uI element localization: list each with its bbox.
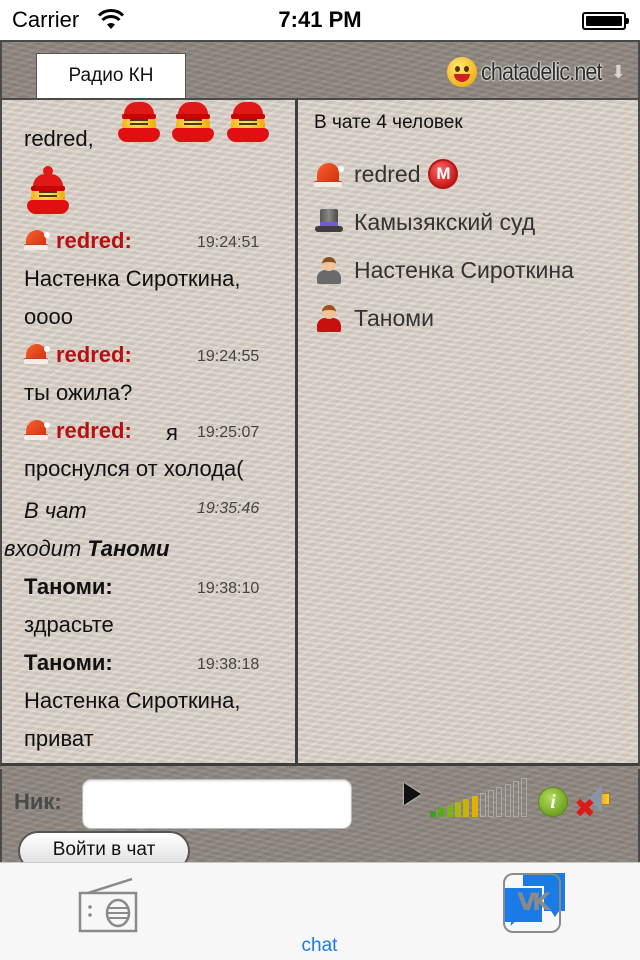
winter-smiley-icon bbox=[118, 100, 160, 144]
volume-bar bbox=[496, 787, 503, 817]
user-item-redred[interactable]: redred М bbox=[314, 154, 459, 194]
volume-bar bbox=[471, 796, 478, 817]
user-name: Камызякский суд bbox=[354, 208, 536, 235]
radio-kn-tab[interactable]: Радио КН bbox=[36, 53, 186, 100]
header: Радио КН chatadelic.net ⬇ bbox=[0, 42, 640, 100]
volume-bar bbox=[438, 808, 445, 817]
vk-icon[interactable]: VK bbox=[503, 873, 561, 933]
battery-full-icon bbox=[582, 12, 629, 30]
message-time: 19:38:18 bbox=[197, 656, 260, 673]
smiley-icon bbox=[446, 57, 477, 87]
user-name: Настенка Сироткина bbox=[354, 256, 574, 283]
gray-person-icon bbox=[314, 255, 344, 285]
radio-icon bbox=[78, 877, 138, 933]
system-text: В чат bbox=[24, 498, 87, 523]
winter-smiley-icon bbox=[27, 166, 69, 216]
moderator-badge-icon: М bbox=[428, 159, 459, 189]
volume-bar bbox=[521, 778, 528, 817]
chat-messages-panel[interactable]: redred, redred: 19:24:51 Настенка Сиротк… bbox=[0, 98, 298, 766]
volume-bar bbox=[463, 799, 470, 817]
message-text: оооо bbox=[24, 304, 73, 329]
message-time: 19:35:46 bbox=[197, 500, 260, 517]
tab-label: chat bbox=[301, 935, 338, 956]
nick-label: Ник: bbox=[14, 789, 62, 814]
mute-x-icon: ✖ bbox=[574, 793, 596, 823]
volume-bar bbox=[454, 802, 461, 817]
message-text: Настенка Сироткина, bbox=[24, 688, 241, 713]
info-icon[interactable]: i bbox=[538, 787, 568, 817]
red-person-icon bbox=[314, 303, 344, 333]
volume-slider[interactable] bbox=[430, 777, 530, 817]
volume-bar bbox=[430, 811, 436, 817]
message-nick[interactable]: Таноми: bbox=[24, 650, 113, 676]
nick-input[interactable] bbox=[82, 779, 352, 829]
message-time: 19:24:51 bbox=[197, 234, 260, 251]
user-item-tanomi[interactable]: Таноми bbox=[314, 298, 434, 338]
user-name: redred bbox=[354, 160, 421, 187]
volume-bar bbox=[488, 790, 495, 817]
tab-radio[interactable] bbox=[0, 863, 213, 960]
top-hat-icon bbox=[314, 207, 344, 237]
message-time: 19:24:55 bbox=[197, 348, 260, 365]
joined-user-name[interactable]: Таноми bbox=[87, 536, 169, 561]
santa-hat-icon bbox=[24, 228, 50, 252]
santa-hat-icon bbox=[24, 418, 50, 442]
user-count-title: В чате 4 человек bbox=[314, 112, 463, 133]
message-text: приват bbox=[24, 726, 94, 751]
message-text: ты ожила? bbox=[24, 380, 133, 405]
user-name: Таноми bbox=[354, 304, 434, 331]
message-text: здрасьте bbox=[24, 612, 114, 637]
login-bar: Ник: Войти в чат i ✖ bbox=[0, 769, 640, 871]
message-text: проснулся от холода( bbox=[24, 456, 244, 481]
message-time: 19:25:07 bbox=[197, 424, 260, 441]
chat-app-frame: Радио КН chatadelic.net ⬇ redred, redred… bbox=[0, 40, 640, 871]
santa-hat-icon bbox=[24, 342, 50, 366]
clock: 7:41 PM bbox=[278, 7, 362, 32]
message-time: 19:38:10 bbox=[197, 580, 260, 597]
message-text: я bbox=[166, 420, 178, 445]
volume-bar bbox=[479, 793, 486, 817]
volume-bar bbox=[446, 805, 453, 817]
volume-bar bbox=[513, 781, 519, 817]
winter-smiley-icon bbox=[172, 100, 214, 144]
message-nick[interactable]: redred: bbox=[56, 342, 132, 367]
message-text: redred, bbox=[24, 126, 94, 151]
message-text: Настенка Сироткина, bbox=[24, 266, 241, 291]
mute-speaker-icon[interactable]: ✖ bbox=[574, 781, 614, 821]
tab-bar: chat VK bbox=[0, 862, 640, 960]
system-text: входит bbox=[4, 536, 82, 561]
message-nick[interactable]: redred: bbox=[56, 228, 132, 253]
volume-bar bbox=[504, 784, 511, 817]
user-item-kamyzyakskiy-sud[interactable]: Камызякский суд bbox=[314, 202, 535, 242]
status-bar: Carrier 7:41 PM bbox=[0, 0, 640, 40]
winter-smiley-icon bbox=[227, 100, 269, 144]
message-nick[interactable]: redred: bbox=[56, 418, 132, 443]
brand-logo[interactable]: chatadelic.net ⬇ bbox=[446, 56, 626, 88]
user-list-panel: В чате 4 человек redred М Камызякский су… bbox=[298, 98, 640, 766]
tab-chat[interactable]: chat bbox=[213, 863, 565, 960]
message-nick[interactable]: Таноми: bbox=[24, 574, 113, 600]
brand-name: chatadelic.net bbox=[480, 57, 603, 86]
arrow-down-icon[interactable]: ⬇ bbox=[611, 62, 626, 83]
play-icon[interactable] bbox=[404, 783, 421, 805]
santa-hat-icon bbox=[314, 159, 344, 189]
user-item-nastenka-sirotkina[interactable]: Настенка Сироткина bbox=[314, 250, 574, 290]
